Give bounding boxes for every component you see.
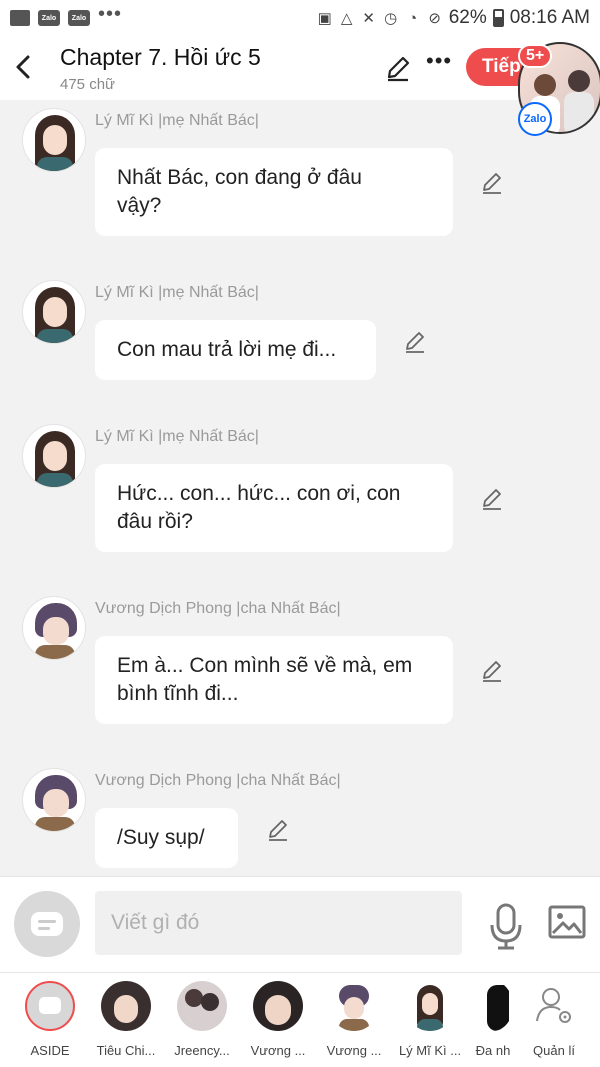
- edit-message-icon[interactable]: [480, 487, 504, 511]
- unread-badge: 5+: [518, 44, 553, 68]
- wifi-icon: ◔: [408, 9, 418, 27]
- message-text-line: bình tĩnh đi...: [117, 682, 239, 705]
- manage-user-icon: [529, 981, 579, 1031]
- mute-icon: ✕: [362, 10, 375, 27]
- gallery-notification-icon: [10, 10, 30, 26]
- manage-characters-button[interactable]: Quản lí: [516, 981, 592, 1058]
- message-text-line: Con mau trả lời mẹ đi...: [117, 338, 337, 361]
- message-text-line: Em à... Con mình sẽ về mà, em: [117, 654, 413, 677]
- edit-message-icon[interactable]: [266, 818, 290, 842]
- character-avatar: [177, 981, 227, 1031]
- word-count: 475 chữ: [60, 76, 116, 93]
- character-label: Quản lí: [533, 1043, 575, 1058]
- battery-icon: [492, 9, 504, 27]
- status-bar: Zalo Zalo ••• ▣ △ ✕ ◷ ◔ ⊘ 62% 08:16 AM: [0, 0, 600, 36]
- message-text-line: đâu rồi?: [117, 510, 193, 533]
- character-jreency[interactable]: Jreency...: [164, 981, 240, 1058]
- microphone-icon[interactable]: [486, 901, 526, 951]
- character-label: Lý Mĩ Kì ...: [398, 1043, 462, 1058]
- avatar-ly-mi-ki[interactable]: [22, 280, 86, 344]
- zalo-logo-icon: Zalo: [518, 102, 552, 136]
- character-avatar: [473, 981, 513, 1031]
- sender-name: Vương Dịch Phong |cha Nhất Bác|: [95, 600, 341, 617]
- sender-name: Vương Dịch Phong |cha Nhất Bác|: [95, 772, 341, 789]
- message-bubble[interactable]: Em à... Con mình sẽ về mà, em bình tĩnh …: [95, 636, 453, 724]
- character-label: ASIDE: [30, 1043, 70, 1058]
- character-da-nh[interactable]: Đa nh: [468, 981, 518, 1058]
- character-label: Vương ...: [250, 1043, 306, 1058]
- character-vuong-2[interactable]: Vương ...: [316, 981, 392, 1058]
- no-signal-icon: ⊘: [428, 10, 441, 27]
- back-arrow-icon[interactable]: [12, 52, 36, 82]
- image-icon[interactable]: [548, 905, 586, 939]
- character-aside[interactable]: ASIDE: [12, 981, 88, 1058]
- more-notifications-icon: •••: [98, 2, 123, 25]
- zalo-notification-icon: Zalo: [38, 10, 60, 26]
- character-avatar: [253, 981, 303, 1031]
- character-avatar: [101, 981, 151, 1031]
- character-label: Tiêu Chi...: [96, 1043, 156, 1058]
- data-saver-icon: △: [340, 10, 353, 27]
- alarm-icon: ◷: [384, 10, 398, 27]
- composer: [0, 876, 600, 972]
- character-label: Đa nh: [475, 1043, 511, 1058]
- character-avatar: [405, 981, 455, 1031]
- avatar-vuong-dich-phong[interactable]: [22, 596, 86, 660]
- message-text-line: /Suy sụp/: [117, 826, 205, 849]
- message-bubble[interactable]: Con mau trả lời mẹ đi...: [95, 320, 376, 380]
- edit-message-icon[interactable]: [480, 171, 504, 195]
- message-bubble[interactable]: Hức... con... hức... con ơi, con đâu rồi…: [95, 464, 453, 552]
- avatar-vuong-dich-phong[interactable]: [22, 768, 86, 832]
- lock-icon: ▣: [317, 10, 332, 27]
- app-header: Chapter 7. Hồi ức 5 475 chữ ••• Tiếp: [0, 36, 600, 100]
- message-text-line: Nhất Bác, con đang ở đâu: [117, 166, 362, 189]
- character-vuong-1[interactable]: Vương ...: [240, 981, 316, 1058]
- aside-icon: [25, 981, 75, 1031]
- character-label: Jreency...: [174, 1043, 230, 1058]
- avatar-ly-mi-ki[interactable]: [22, 424, 86, 488]
- character-bar: ASIDE Tiêu Chi... Jreency... Vương ... V…: [0, 972, 600, 1067]
- character-ly-mi-ki[interactable]: Lý Mĩ Kì ...: [392, 981, 468, 1058]
- edit-message-icon[interactable]: [403, 330, 427, 354]
- character-tieu-chien[interactable]: Tiêu Chi...: [88, 981, 164, 1058]
- battery-percent: 62%: [448, 7, 487, 28]
- message-bubble[interactable]: Nhất Bác, con đang ở đâu vậy?: [95, 148, 453, 236]
- avatar-ly-mi-ki[interactable]: [22, 108, 86, 172]
- more-options-icon[interactable]: •••: [426, 48, 452, 74]
- message-text-line: vậy?: [117, 194, 162, 217]
- zalo-notification-icon-2: Zalo: [68, 10, 90, 26]
- clock: 08:16 AM: [509, 7, 590, 28]
- edit-message-icon[interactable]: [480, 659, 504, 683]
- message-text-line: Hức... con... hức... con ơi, con: [117, 482, 401, 505]
- sender-name: Lý Mĩ Kì |mẹ Nhất Bác|: [95, 428, 259, 445]
- aside-toggle-button[interactable]: [14, 891, 80, 957]
- message-bubble[interactable]: /Suy sụp/: [95, 808, 238, 868]
- sender-name: Lý Mĩ Kì |mẹ Nhất Bác|: [95, 112, 259, 129]
- message-input[interactable]: [95, 891, 462, 955]
- edit-chapter-icon[interactable]: [384, 54, 412, 87]
- character-label: Vương ...: [326, 1043, 382, 1058]
- character-avatar: [329, 981, 379, 1031]
- chapter-title: Chapter 7. Hồi ức 5: [60, 44, 261, 70]
- sender-name: Lý Mĩ Kì |mẹ Nhất Bác|: [95, 284, 259, 301]
